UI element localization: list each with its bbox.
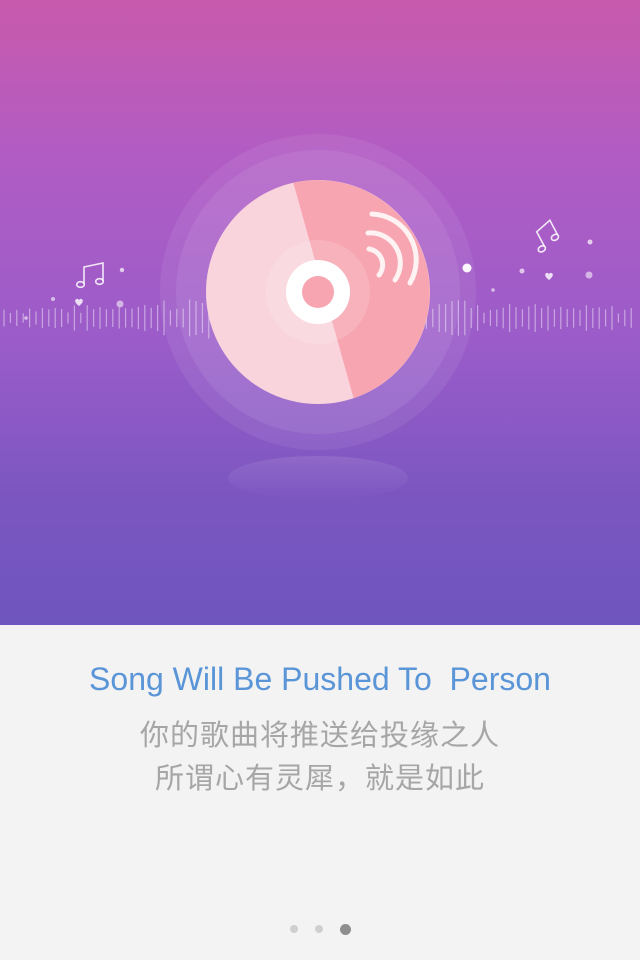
headline: Song Will Be Pushed To Person: [89, 661, 551, 697]
page-dot-3[interactable]: [339, 923, 351, 935]
hero-illustration: [0, 0, 640, 625]
disc-reflection: [228, 456, 408, 500]
heart-icon: [75, 298, 83, 306]
page-dot-1[interactable]: [289, 925, 298, 933]
vinyl-disc-icon: [206, 180, 430, 404]
onboarding-screen: Song Will Be Pushed To Person 你的歌曲将推送给投缘…: [0, 0, 640, 960]
page-indicator: [0, 922, 640, 936]
info-panel: Song Will Be Pushed To Person 你的歌曲将推送给投缘…: [0, 625, 640, 960]
music-note-icon: [75, 262, 105, 289]
music-note-icon-right: [535, 219, 560, 253]
subtitle-line-2: 所谓心有灵犀，就是如此: [154, 761, 485, 795]
subtitle-line-1: 你的歌曲将推送给投缘之人: [139, 718, 500, 752]
illustration-art: [3, 134, 632, 500]
heart-icon-right: [545, 272, 553, 280]
page-dot-2[interactable]: [314, 925, 323, 933]
